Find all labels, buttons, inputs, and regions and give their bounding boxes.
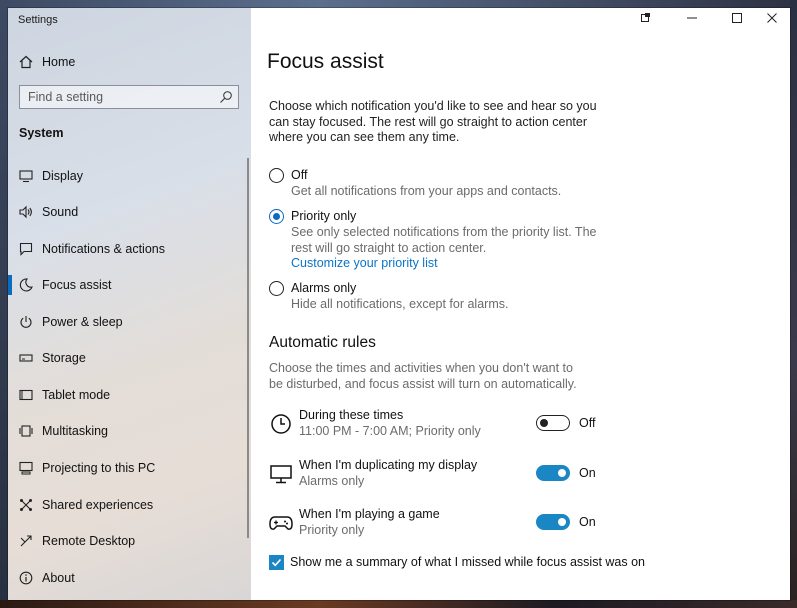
snap-button[interactable] bbox=[631, 10, 661, 30]
radio-off[interactable] bbox=[269, 168, 284, 183]
summary-checkbox-label: Show me a summary of what I missed while… bbox=[290, 555, 645, 569]
rule-during-times[interactable]: During these times 11:00 PM - 7:00 AM; P… bbox=[269, 408, 609, 440]
option-label: Alarms only bbox=[291, 281, 357, 295]
sidebar-item-label: Remote Desktop bbox=[42, 534, 136, 548]
checkmark-icon bbox=[271, 558, 282, 567]
sidebar-item-notifications[interactable]: Notifications & actions bbox=[8, 234, 251, 264]
toggle-duplicating-display[interactable] bbox=[536, 465, 570, 481]
info-icon bbox=[18, 570, 34, 586]
option-description: Get all notifications from your apps and… bbox=[291, 184, 562, 198]
sidebar-item-label: Focus assist bbox=[42, 278, 112, 292]
sidebar-item-display[interactable]: Display bbox=[8, 161, 251, 191]
search-input[interactable]: Find a setting bbox=[19, 85, 239, 109]
toggle-during-times[interactable] bbox=[536, 415, 570, 431]
sidebar-item-projecting[interactable]: Projecting to this PC bbox=[8, 453, 251, 483]
tablet-icon bbox=[18, 387, 34, 403]
remote-desktop-icon bbox=[18, 533, 34, 549]
section-title: System bbox=[19, 126, 64, 140]
sidebar-item-label: Display bbox=[42, 169, 83, 183]
minimize-icon bbox=[686, 11, 698, 29]
rule-title: During these times bbox=[299, 408, 404, 422]
power-icon bbox=[18, 314, 34, 330]
intro-text: Choose which notification you'd like to … bbox=[269, 99, 597, 144]
maximize-icon bbox=[731, 11, 743, 29]
moon-icon bbox=[18, 277, 34, 293]
toggle-state: Off bbox=[579, 416, 596, 430]
sidebar: Settings Home Find a setting System Disp… bbox=[8, 8, 251, 600]
sidebar-item-label: About bbox=[42, 571, 75, 585]
nav-home-label: Home bbox=[42, 55, 76, 69]
desktop-background-top bbox=[0, 0, 797, 8]
sidebar-item-tablet-mode[interactable]: Tablet mode bbox=[8, 380, 251, 410]
search-icon[interactable] bbox=[219, 90, 233, 104]
sidebar-item-shared-experiences[interactable]: Shared experiences bbox=[8, 490, 251, 520]
sidebar-item-label: Power & sleep bbox=[42, 315, 123, 329]
sidebar-scrollbar[interactable] bbox=[247, 158, 249, 538]
option-alarms-only[interactable]: Alarms only Hide all notifications, exce… bbox=[269, 280, 629, 314]
sound-icon bbox=[18, 204, 34, 220]
sidebar-item-label: Multitasking bbox=[42, 424, 108, 438]
main-content: Focus assist Choose which notification y… bbox=[251, 8, 790, 600]
sidebar-item-about[interactable]: About bbox=[8, 563, 251, 593]
automatic-rules-description: Choose the times and activities when you… bbox=[269, 361, 577, 391]
close-button[interactable] bbox=[757, 10, 787, 30]
toggle-state: On bbox=[579, 515, 596, 529]
sidebar-item-label: Sound bbox=[42, 205, 79, 219]
home-icon bbox=[18, 54, 34, 70]
rule-subtitle: Priority only bbox=[299, 523, 365, 537]
gamepad-icon bbox=[269, 511, 293, 535]
rule-duplicating-display[interactable]: When I'm duplicating my display Alarms o… bbox=[269, 458, 609, 490]
sidebar-item-label: Projecting to this PC bbox=[42, 461, 156, 475]
sidebar-item-label: Notifications & actions bbox=[42, 242, 165, 256]
multitasking-icon bbox=[18, 423, 34, 439]
sidebar-item-label: Storage bbox=[42, 351, 86, 365]
summary-checkbox-row[interactable]: Show me a summary of what I missed while… bbox=[269, 554, 649, 572]
desktop-background-right bbox=[790, 0, 797, 608]
storage-icon bbox=[18, 350, 34, 366]
maximize-button[interactable] bbox=[722, 10, 752, 30]
sidebar-item-sound[interactable]: Sound bbox=[8, 197, 251, 227]
projecting-icon bbox=[18, 460, 34, 476]
option-off[interactable]: Off Get all notifications from your apps… bbox=[269, 167, 629, 201]
sidebar-item-label: Shared experiences bbox=[42, 498, 154, 512]
option-description: See only selected notifications from the… bbox=[291, 225, 597, 255]
page-title: Focus assist bbox=[267, 50, 384, 73]
snap-icon bbox=[640, 11, 652, 29]
rule-subtitle: 11:00 PM - 7:00 AM; Priority only bbox=[299, 424, 481, 438]
summary-checkbox[interactable] bbox=[269, 555, 284, 570]
close-icon bbox=[766, 11, 778, 29]
notifications-icon bbox=[18, 241, 34, 257]
rule-subtitle: Alarms only bbox=[299, 474, 365, 488]
sidebar-item-storage[interactable]: Storage bbox=[8, 343, 251, 373]
rule-title: When I'm playing a game bbox=[299, 507, 440, 521]
monitor-icon bbox=[269, 462, 293, 486]
option-label: Priority only bbox=[291, 209, 357, 223]
customize-priority-link[interactable]: Customize your priority list bbox=[291, 256, 438, 270]
option-priority-only[interactable]: Priority only See only selected notifica… bbox=[269, 208, 629, 274]
nav-home[interactable]: Home bbox=[8, 50, 251, 74]
desktop-background-left bbox=[0, 0, 8, 608]
desktop-background-bottom bbox=[0, 600, 797, 608]
app-title: Settings bbox=[18, 14, 58, 26]
minimize-button[interactable] bbox=[677, 10, 707, 30]
automatic-rules-title: Automatic rules bbox=[269, 334, 376, 351]
rule-title: When I'm duplicating my display bbox=[299, 458, 478, 472]
toggle-playing-game[interactable] bbox=[536, 514, 570, 530]
settings-window: Settings Home Find a setting System Disp… bbox=[8, 8, 790, 600]
radio-alarms-only[interactable] bbox=[269, 281, 284, 296]
radio-priority-only[interactable] bbox=[269, 209, 284, 224]
sidebar-item-power-sleep[interactable]: Power & sleep bbox=[8, 307, 251, 337]
option-label: Off bbox=[291, 168, 308, 182]
rule-playing-game[interactable]: When I'm playing a game Priority only On bbox=[269, 507, 609, 539]
option-description: Hide all notifications, except for alarm… bbox=[291, 297, 509, 311]
sidebar-item-remote-desktop[interactable]: Remote Desktop bbox=[8, 526, 251, 556]
clock-icon bbox=[269, 412, 293, 436]
toggle-state: On bbox=[579, 466, 596, 480]
sidebar-item-focus-assist[interactable]: Focus assist bbox=[8, 270, 251, 300]
display-icon bbox=[18, 168, 34, 184]
search-placeholder: Find a setting bbox=[28, 90, 104, 104]
sidebar-item-label: Tablet mode bbox=[42, 388, 111, 402]
sidebar-item-multitasking[interactable]: Multitasking bbox=[8, 416, 251, 446]
shared-icon bbox=[18, 497, 34, 513]
